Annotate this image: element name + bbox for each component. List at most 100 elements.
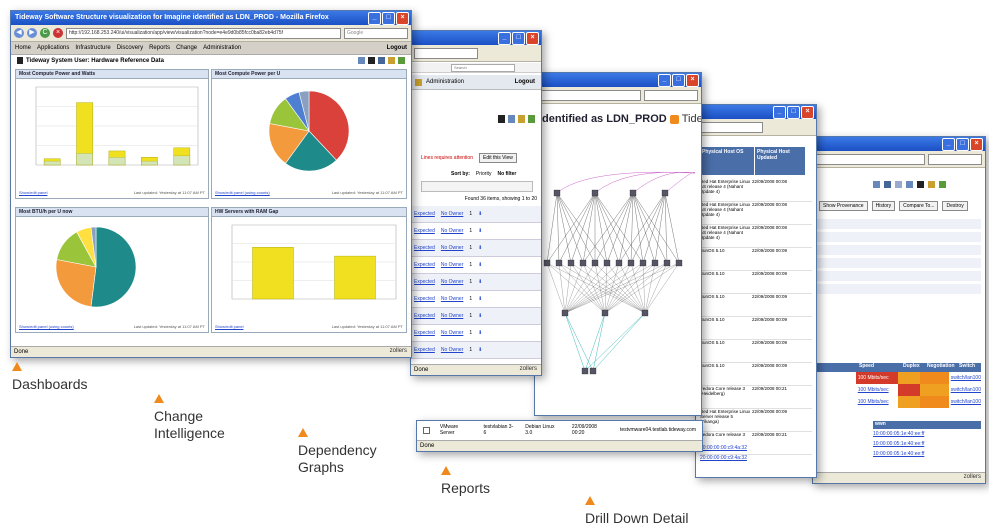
minimize-icon[interactable]: _ — [368, 12, 381, 25]
close-icon[interactable]: × — [801, 106, 814, 119]
table-row[interactable]: Expected No Owner 1 ⬇ — [411, 240, 541, 257]
search-field[interactable] — [928, 153, 982, 165]
url-field[interactable] — [816, 153, 925, 165]
sort-option[interactable]: Priority — [476, 171, 492, 177]
filter-select[interactable] — [421, 181, 533, 192]
sort-option[interactable]: No filter — [497, 171, 516, 177]
tab-applications[interactable]: Applications — [37, 45, 69, 51]
owner-link[interactable]: No Owner — [441, 347, 464, 353]
panel-link[interactable]: Show/edit panel (using counts) — [215, 190, 270, 195]
download-icon[interactable]: ⬇ — [478, 347, 482, 353]
icon[interactable] — [939, 181, 946, 188]
minimize-icon[interactable]: _ — [773, 106, 786, 119]
icon[interactable] — [895, 181, 902, 188]
show-provenance-button[interactable]: Show Provenance — [819, 201, 868, 211]
wwn-link[interactable]: 20:00:00:00:c9:4a:32 — [700, 455, 747, 465]
switch-link[interactable]: switch/lan100 — [949, 375, 981, 381]
table-row[interactable]: Expected No Owner 1 ⬇ — [411, 206, 541, 223]
url-field[interactable] — [538, 89, 641, 101]
forward-icon[interactable]: ▶ — [27, 28, 37, 38]
graph-node[interactable] — [561, 309, 569, 317]
owner-link[interactable]: No Owner — [441, 330, 464, 336]
download-icon[interactable]: ⬇ — [478, 245, 482, 251]
search-field[interactable] — [644, 89, 698, 101]
expected-link[interactable]: Expected — [414, 296, 435, 302]
close-icon[interactable]: × — [686, 74, 699, 87]
owner-link[interactable]: No Owner — [441, 313, 464, 319]
tab-reports[interactable]: Reports — [149, 45, 170, 51]
search-field[interactable] — [414, 47, 478, 59]
icon[interactable] — [378, 57, 385, 64]
graph-node[interactable] — [579, 259, 587, 267]
graph-node[interactable] — [661, 189, 669, 197]
speed-cell[interactable]: 100 Mbits/sec — [856, 387, 899, 393]
icon[interactable] — [928, 181, 935, 188]
table-row[interactable]: Expected No Owner 1 ⬇ — [411, 291, 541, 308]
owner-link[interactable]: No Owner — [441, 296, 464, 302]
search-field[interactable]: Google — [344, 27, 408, 39]
stop-icon[interactable]: × — [53, 28, 63, 38]
back-icon[interactable]: ◀ — [14, 28, 24, 38]
table-row[interactable]: Expected No Owner 1 ⬇ — [411, 325, 541, 342]
expected-link[interactable]: Expected — [414, 211, 435, 217]
user-icon[interactable] — [368, 57, 375, 64]
icon[interactable] — [508, 115, 515, 123]
icon[interactable] — [873, 181, 880, 188]
expected-link[interactable]: Expected — [414, 262, 435, 268]
admin-tab[interactable]: Administration — [426, 79, 464, 85]
table-row[interactable]: Expected No Owner 1 ⬇ — [411, 308, 541, 325]
owner-link[interactable]: No Owner — [441, 245, 464, 251]
expected-link[interactable]: Expected — [414, 245, 435, 251]
maximize-icon[interactable]: □ — [787, 106, 800, 119]
download-icon[interactable]: ⬇ — [478, 313, 482, 319]
panel-link[interactable]: Show/edit panel — [19, 190, 47, 195]
close-icon[interactable]: × — [526, 32, 539, 45]
table-row[interactable]: Expected No Owner 1 ⬇ — [411, 342, 541, 359]
graph-node[interactable] — [555, 259, 563, 267]
maximize-icon[interactable]: □ — [956, 138, 969, 151]
graph-node[interactable] — [651, 259, 659, 267]
switch-link[interactable]: switch/lan100 — [949, 399, 981, 405]
wwn-link[interactable]: 10:00:00:05:1e:40:ee:ff — [873, 429, 981, 439]
switch-link[interactable]: switch/lan100 — [949, 387, 981, 393]
icon[interactable] — [906, 181, 913, 188]
panel-link[interactable]: Show/edit panel — [215, 324, 243, 329]
graph-node[interactable] — [601, 309, 609, 317]
icon[interactable] — [358, 57, 365, 64]
wwn-link[interactable]: 20:00:00:00:c9:4a:32 — [700, 445, 747, 455]
close-icon[interactable]: × — [396, 12, 409, 25]
minimize-icon[interactable]: _ — [498, 32, 511, 45]
graph-node[interactable] — [663, 259, 671, 267]
edit-view-button[interactable]: Edit this View — [478, 153, 517, 163]
icon[interactable] — [884, 181, 891, 188]
user-icon[interactable] — [917, 181, 924, 188]
maximize-icon[interactable]: □ — [382, 12, 395, 25]
expected-link[interactable]: Expected — [414, 279, 435, 285]
logout-link[interactable]: Logout — [515, 79, 535, 85]
wwn-link[interactable]: 10:00:00:05:1e:40:ee:ff — [873, 439, 981, 449]
graph-node[interactable] — [591, 259, 599, 267]
graph-node[interactable] — [641, 309, 649, 317]
history-button[interactable]: History — [871, 201, 896, 211]
dependency-graph[interactable] — [535, 153, 701, 393]
search-input[interactable]: Search — [451, 64, 515, 72]
maximize-icon[interactable]: □ — [512, 32, 525, 45]
icon[interactable] — [518, 115, 525, 123]
tab-discovery[interactable]: Discovery — [117, 45, 143, 51]
destroy-button[interactable]: Destroy — [942, 201, 968, 211]
owner-link[interactable]: No Owner — [441, 211, 464, 217]
logout-link[interactable]: Logout — [387, 45, 407, 51]
owner-link[interactable]: No Owner — [441, 279, 464, 285]
graph-node[interactable] — [567, 259, 575, 267]
panel-link[interactable]: Show/edit panel (using counts) — [19, 324, 74, 329]
download-icon[interactable]: ⬇ — [478, 262, 482, 268]
reload-icon[interactable]: C — [40, 28, 50, 38]
graph-node[interactable] — [581, 367, 589, 375]
url-field[interactable]: http://192.168.253.240/ui/visualization/… — [66, 27, 341, 39]
tab-change[interactable]: Change — [176, 45, 197, 51]
compare-button[interactable]: Compare To... — [899, 201, 939, 211]
download-icon[interactable]: ⬇ — [478, 279, 482, 285]
minimize-icon[interactable]: _ — [658, 74, 671, 87]
table-row[interactable]: Expected No Owner 1 ⬇ — [411, 257, 541, 274]
expected-link[interactable]: Expected — [414, 228, 435, 234]
